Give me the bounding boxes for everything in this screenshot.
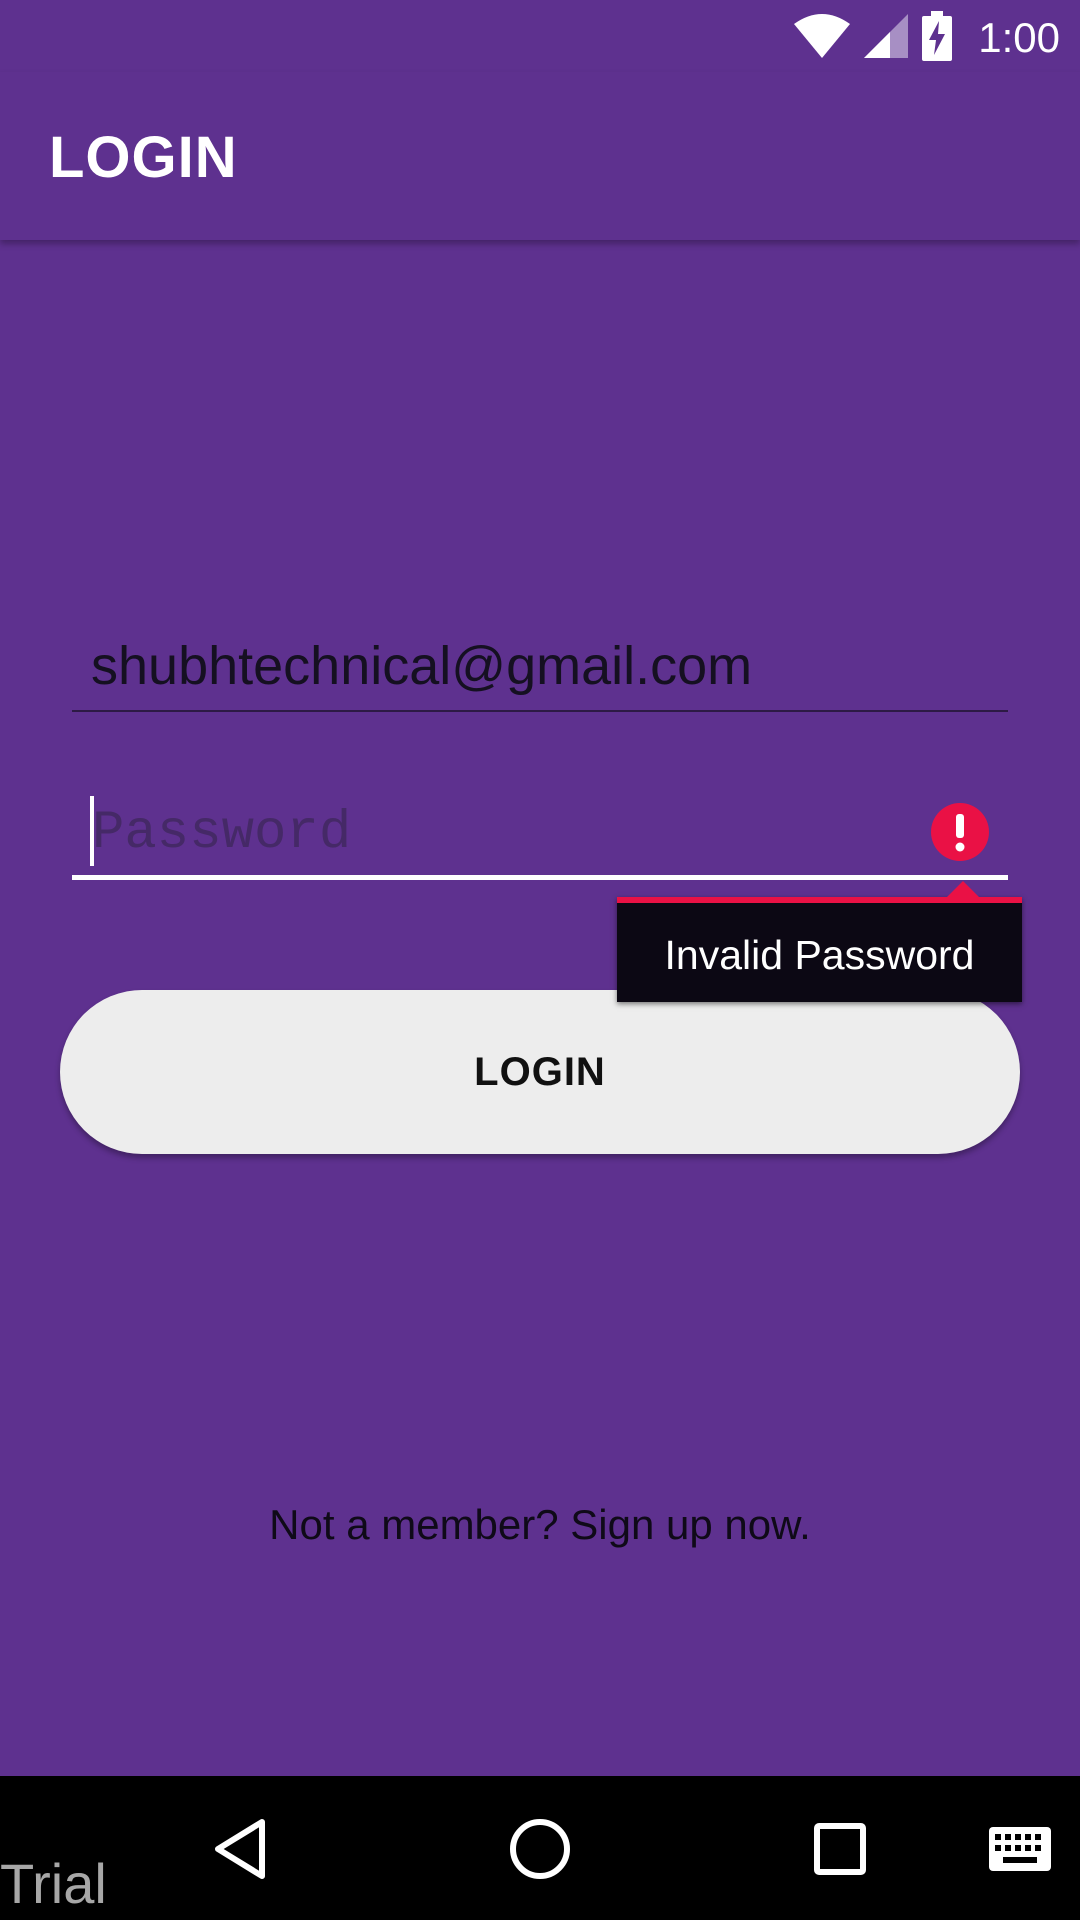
error-message: Invalid Password bbox=[664, 932, 975, 978]
cell-signal-icon bbox=[864, 13, 909, 63]
home-icon[interactable] bbox=[505, 1814, 575, 1884]
back-icon[interactable] bbox=[205, 1814, 275, 1884]
battery-charging-icon bbox=[922, 10, 953, 66]
password-underline bbox=[72, 875, 1008, 880]
login-button[interactable]: LOGIN bbox=[60, 990, 1020, 1154]
status-time: 1:00 bbox=[978, 14, 1060, 61]
status-icons: 1:00 bbox=[794, 10, 1060, 66]
email-underline bbox=[72, 710, 1008, 712]
navigation-bar bbox=[0, 1776, 1080, 1920]
password-field[interactable]: Password bbox=[72, 790, 1008, 880]
status-bar: 1:00 bbox=[0, 0, 1080, 72]
email-field[interactable]: shubhtechnical@gmail.com bbox=[72, 632, 1008, 712]
wifi-icon bbox=[794, 13, 851, 63]
recents-icon[interactable] bbox=[805, 1814, 875, 1884]
keyboard-icon[interactable] bbox=[985, 1814, 1055, 1884]
error-alert-icon[interactable] bbox=[930, 802, 990, 862]
password-placeholder: Password bbox=[92, 803, 352, 864]
error-tooltip: Invalid Password bbox=[617, 881, 1022, 1002]
signup-link[interactable]: Not a member? Sign up now. bbox=[0, 1498, 1080, 1552]
app-bar: LOGIN bbox=[0, 72, 1080, 240]
trial-watermark: Trial bbox=[0, 1852, 107, 1915]
page-title: LOGIN bbox=[49, 125, 238, 190]
email-value: shubhtechnical@gmail.com bbox=[91, 636, 753, 696]
